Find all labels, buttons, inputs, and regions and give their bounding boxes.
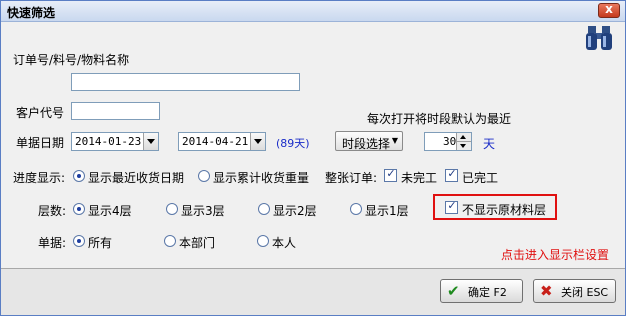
radio-scope-self-label: 本人 <box>272 236 297 250</box>
customer-code-label: 客户代号 <box>16 106 65 120</box>
radio-scope-all[interactable] <box>73 235 85 247</box>
stepper-down-icon[interactable] <box>456 142 471 150</box>
radio-cumulative-weight[interactable] <box>198 170 210 182</box>
quick-filter-dialog: 快速筛选 x 订单号/料号/物料名称 客户代号 每次打开将时段默认为最近 单据日… <box>0 0 626 316</box>
column-settings-link[interactable]: 点击进入显示栏设置 <box>501 246 609 263</box>
radio-level-2-label: 显示2层 <box>273 204 317 218</box>
date-to-value: 2014-04-21 <box>182 135 249 148</box>
day-span-label: (89天) <box>276 137 310 150</box>
checkbox-unfinished[interactable]: ✓ <box>384 167 397 182</box>
close-icon: x <box>605 2 613 16</box>
order-search-label: 订单号/料号/物料名称 <box>13 53 130 67</box>
checkbox-finished-label: 已完工 <box>462 171 499 185</box>
radio-level-4-label: 显示4层 <box>88 204 132 218</box>
radio-scope-all-label: 所有 <box>88 236 113 250</box>
radio-level-1[interactable] <box>350 203 362 215</box>
radio-scope-department[interactable] <box>164 235 176 247</box>
levels-label: 层数: <box>38 204 67 218</box>
radio-scope-self[interactable] <box>257 235 269 247</box>
days-unit-label: 天 <box>483 137 496 151</box>
chevron-down-icon[interactable] <box>250 133 265 150</box>
radio-recent-receipt-date[interactable] <box>73 170 85 182</box>
customer-code-input[interactable] <box>71 102 160 120</box>
recent-days-stepper[interactable]: 30 <box>424 132 472 151</box>
stepper-up-icon[interactable] <box>456 133 471 142</box>
document-scope-label: 单据: <box>38 236 67 250</box>
radio-level-1-label: 显示1层 <box>365 204 409 218</box>
recent-days-value: 30 <box>443 135 457 148</box>
close-button-label: 关闭 ESC <box>561 286 609 299</box>
document-date-label: 单据日期 <box>16 136 65 150</box>
dialog-title: 快速筛选 <box>7 6 56 20</box>
checkbox-hide-raw-material[interactable]: ✓ <box>445 199 458 214</box>
chevron-down-icon[interactable] <box>143 133 158 150</box>
radio-level-4[interactable] <box>73 203 85 215</box>
date-to-picker[interactable]: 2014-04-21 <box>178 132 266 151</box>
progress-display-label: 进度显示: <box>13 171 66 185</box>
date-from-value: 2014-01-23 <box>75 135 142 148</box>
close-button[interactable]: ✖ 关闭 ESC <box>533 279 616 303</box>
radio-scope-department-label: 本部门 <box>179 236 216 250</box>
period-select-button[interactable]: 时段选择 ▼ <box>335 131 403 151</box>
footer-bar <box>1 269 625 315</box>
period-select-label: 时段选择 <box>342 137 391 151</box>
binoculars-icon[interactable] <box>584 25 614 53</box>
confirm-button-label: 确定 F2 <box>468 286 507 299</box>
checkbox-unfinished-label: 未完工 <box>401 171 438 185</box>
title-bar: 快速筛选 x <box>1 1 625 22</box>
radio-level-3-label: 显示3层 <box>181 204 225 218</box>
checkbox-finished[interactable]: ✓ <box>445 167 458 182</box>
checkmark-icon: ✔ <box>447 282 460 300</box>
radio-level-2[interactable] <box>258 203 270 215</box>
checkbox-hide-raw-material-label: 不显示原材料层 <box>462 203 547 217</box>
radio-cumulative-weight-label: 显示累计收货重量 <box>213 171 310 185</box>
window-close-button[interactable]: x <box>598 2 620 18</box>
date-from-picker[interactable]: 2014-01-23 <box>71 132 159 151</box>
whole-order-label: 整张订单: <box>325 171 378 185</box>
confirm-button[interactable]: ✔ 确定 F2 <box>440 279 523 303</box>
order-search-input[interactable] <box>71 73 300 91</box>
chevron-down-icon: ▼ <box>391 136 398 145</box>
period-default-hint: 每次打开将时段默认为最近 <box>367 112 512 126</box>
radio-recent-receipt-date-label: 显示最近收货日期 <box>88 171 185 185</box>
close-x-icon: ✖ <box>540 282 553 300</box>
radio-level-3[interactable] <box>166 203 178 215</box>
